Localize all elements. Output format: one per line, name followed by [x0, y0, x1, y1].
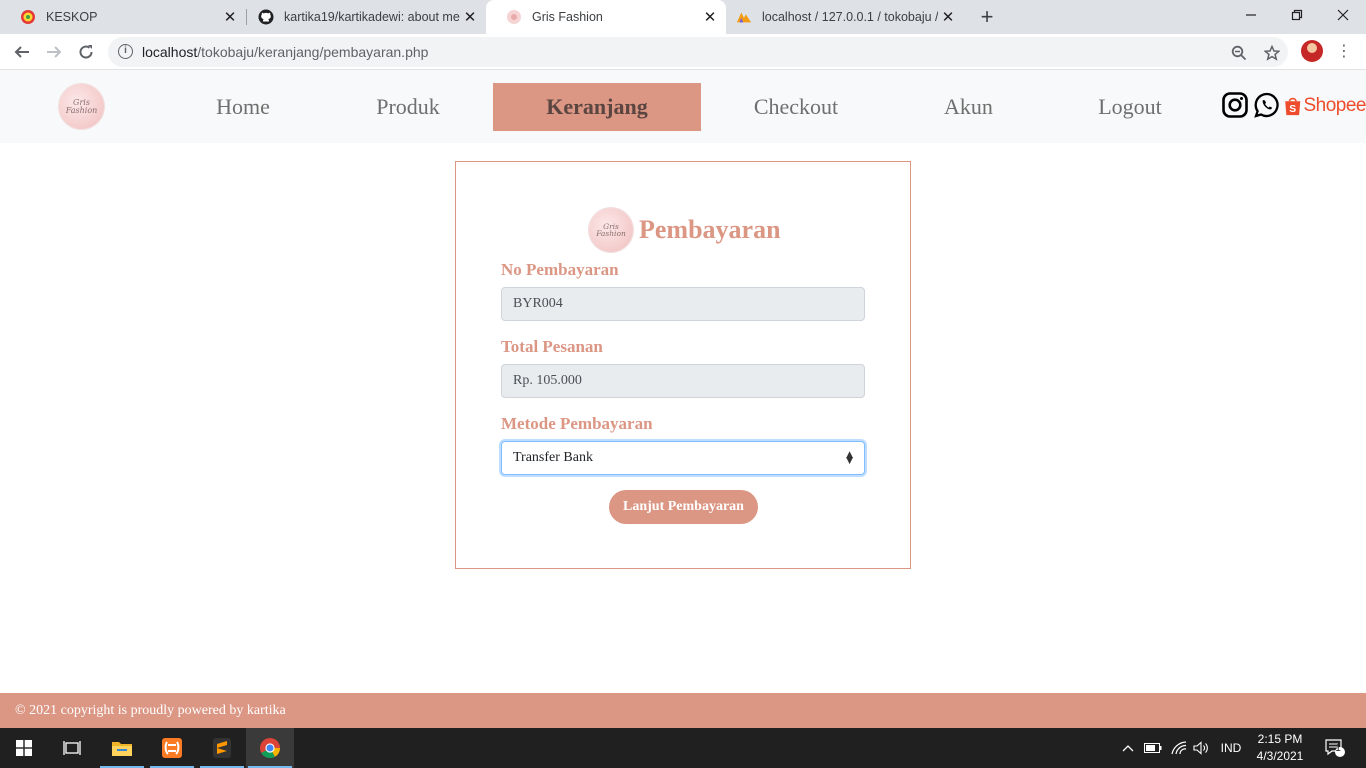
xampp-icon[interactable]: [148, 728, 196, 768]
url-host: localhost: [142, 44, 198, 60]
tab-keskop[interactable]: KESKOP ✕: [0, 0, 246, 34]
file-explorer-icon[interactable]: [98, 728, 146, 768]
volume-icon[interactable]: [1190, 728, 1212, 768]
whatsapp-icon[interactable]: [1254, 92, 1280, 118]
task-view-icon[interactable]: [48, 728, 96, 768]
tab-title: KESKOP: [46, 10, 98, 24]
metode-pembayaran-label: Metode Pembayaran: [501, 414, 653, 433]
nav-produk[interactable]: Produk: [363, 83, 453, 131]
sublime-text-icon[interactable]: [198, 728, 246, 768]
total-pesanan-label: Total Pesanan: [501, 337, 603, 356]
browser-menu-icon[interactable]: ⋮: [1334, 39, 1354, 63]
shopee-label: Shopee: [1303, 95, 1366, 116]
notification-count-badge: 1: [1335, 743, 1341, 754]
input-language[interactable]: IND: [1214, 728, 1248, 768]
bookmark-star-icon[interactable]: [1263, 44, 1281, 62]
shopee-link[interactable]: S Shopee: [1284, 92, 1366, 120]
site-logo[interactable]: Gris Fashion: [59, 84, 104, 129]
logo-line-2: Fashion: [596, 229, 626, 238]
site-navbar: Gris Fashion Home Produk Keranjang Checko…: [0, 70, 1366, 143]
no-pembayaran-field[interactable]: BYR004: [501, 287, 865, 321]
shopee-bag-icon: S: [1285, 97, 1301, 116]
tab-title: localhost / 127.0.0.1 / tokobaju / p: [762, 10, 938, 24]
profile-avatar[interactable]: [1301, 40, 1323, 62]
browser-toolbar: i localhost/tokobaju/keranjang/pembayara…: [0, 34, 1366, 70]
new-tab-button[interactable]: +: [976, 5, 998, 29]
instagram-icon[interactable]: [1222, 92, 1248, 118]
taskbar-clock[interactable]: 2:15 PM 4/3/2021: [1250, 731, 1310, 765]
site-footer: © 2021 copyright is proudly powered by k…: [0, 693, 1366, 728]
nav-home[interactable]: Home: [203, 83, 283, 131]
page-title: Pembayaran: [639, 215, 781, 244]
show-hidden-icons-icon[interactable]: [1118, 728, 1138, 768]
tab-github[interactable]: kartika19/kartikadewi: about me ✕: [238, 0, 486, 34]
no-pembayaran-value: BYR004: [513, 296, 563, 311]
forward-button[interactable]: [40, 38, 68, 66]
wifi-icon[interactable]: [1168, 728, 1190, 768]
nav-checkout[interactable]: Checkout: [741, 83, 851, 131]
url-path: /tokobaju/keranjang/pembayaran.php: [197, 44, 429, 60]
total-pesanan-value: Rp. 105.000: [513, 373, 582, 388]
nav-akun[interactable]: Akun: [931, 83, 1006, 131]
logo-line-2: Fashion: [65, 105, 98, 115]
card-logo: Gris Fashion: [589, 208, 633, 252]
svg-text:S: S: [1289, 104, 1296, 115]
address-bar[interactable]: i localhost/tokobaju/keranjang/pembayara…: [108, 37, 1288, 67]
logo-text: Gris Fashion: [65, 98, 98, 115]
action-center-icon[interactable]: 1: [1320, 728, 1350, 768]
logo-text: Gris Fashion: [596, 222, 626, 238]
tab-close-icon[interactable]: ✕: [220, 7, 240, 27]
github-icon: [258, 9, 274, 25]
card-header: Gris Fashion Pembayaran: [589, 208, 781, 252]
reload-button[interactable]: [72, 38, 100, 66]
site-info-icon[interactable]: i: [118, 44, 133, 59]
zoom-icon[interactable]: [1230, 44, 1248, 62]
total-pesanan-field[interactable]: Rp. 105.000: [501, 364, 865, 398]
battery-icon[interactable]: [1142, 728, 1164, 768]
minimize-button[interactable]: [1228, 0, 1274, 30]
tab-title: Gris Fashion: [532, 10, 603, 24]
select-updown-icon: ▲ ▼: [846, 450, 853, 466]
tab-phpmyadmin[interactable]: localhost / 127.0.0.1 / tokobaju / p ✕: [716, 0, 964, 34]
browser-tab-strip: KESKOP ✕ kartika19/kartikadewi: about me…: [0, 0, 1366, 34]
footer-copyright: © 2021 copyright is proudly powered by k…: [15, 702, 286, 718]
tab-close-icon[interactable]: ✕: [938, 7, 958, 27]
tab-close-icon[interactable]: ✕: [460, 7, 480, 27]
clock-time: 2:15 PM: [1257, 732, 1303, 746]
windows-start-icon[interactable]: [0, 728, 48, 768]
metode-pembayaran-value: Transfer Bank: [513, 450, 593, 465]
tab-gris-fashion[interactable]: Gris Fashion ✕: [486, 0, 726, 34]
gris-fashion-favicon-icon: [506, 9, 522, 25]
no-pembayaran-label: No Pembayaran: [501, 260, 619, 279]
clock-date: 4/3/2021: [1256, 749, 1304, 763]
payment-card: Gris Fashion Pembayaran No Pembayaran BYR…: [455, 161, 911, 569]
windows-taskbar: IND 2:15 PM 4/3/2021 1: [0, 728, 1366, 768]
back-button[interactable]: [8, 38, 36, 66]
lanjut-pembayaran-button[interactable]: Lanjut Pembayaran: [609, 490, 758, 524]
restore-button[interactable]: [1274, 0, 1320, 30]
nav-logout[interactable]: Logout: [1086, 83, 1174, 131]
url-text: localhost/tokobaju/keranjang/pembayaran.…: [142, 44, 428, 60]
close-window-button[interactable]: [1320, 0, 1366, 30]
chrome-icon[interactable]: [246, 728, 294, 768]
phpmyadmin-icon: [736, 9, 752, 25]
tab-title: kartika19/kartikadewi: about me: [284, 10, 460, 24]
metode-pembayaran-select[interactable]: Transfer Bank ▲ ▼: [501, 441, 865, 475]
keskop-favicon-icon: [20, 9, 36, 25]
nav-keranjang[interactable]: Keranjang: [493, 83, 701, 131]
